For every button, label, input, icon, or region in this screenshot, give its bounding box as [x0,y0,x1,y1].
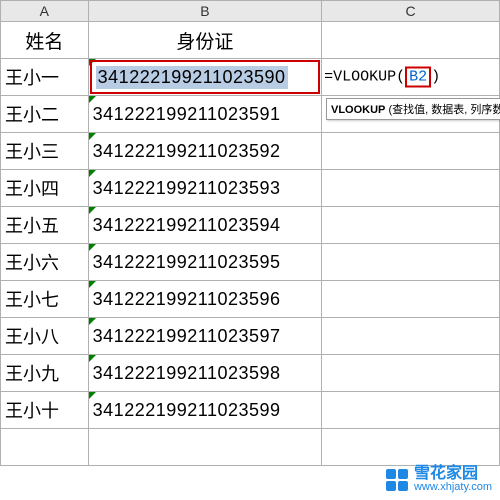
formula-text: =VLOOKUP(B2) [322,67,442,88]
formula-prefix: =VLOOKUP( [324,69,405,86]
id-cell[interactable]: 341222199211023599 [88,392,322,429]
id-cell[interactable]: 341222199211023592 [88,133,322,170]
id-value: 341222199211023594 [93,215,281,235]
header-name[interactable]: 姓名 [1,22,89,59]
table-row: 王小八 341222199211023597 [1,318,500,355]
cell[interactable] [322,392,500,429]
name-cell[interactable]: 王小十 [1,392,89,429]
error-indicator-icon [89,170,96,177]
cell-c1[interactable] [322,22,500,59]
cell[interactable] [322,281,500,318]
selected-value: 341222199211023590 [96,66,288,89]
formula-cell[interactable]: =VLOOKUP(B2) [322,59,500,96]
cell[interactable] [322,170,500,207]
error-indicator-icon [89,96,96,103]
cell[interactable] [322,355,500,392]
table-row: 王小一 341222199211023590 =VLOOKUP(B2) [1,59,500,96]
spreadsheet-grid[interactable]: A B C 姓名 身份证 王小一 341222199211023590 =VLO… [0,0,500,466]
selection-outline: 341222199211023590 [90,60,321,94]
table-row: 王小三 341222199211023592 [1,133,500,170]
table-row: 王小九 341222199211023598 [1,355,500,392]
id-cell[interactable]: 341222199211023595 [88,244,322,281]
id-cell[interactable]: 341222199211023596 [88,281,322,318]
formula-suffix: ) [431,69,440,86]
cell[interactable] [88,429,322,466]
name-cell[interactable]: 王小三 [1,133,89,170]
error-indicator-icon [89,281,96,288]
error-indicator-icon [89,355,96,362]
cell[interactable] [322,133,500,170]
header-id[interactable]: 身份证 [88,22,322,59]
id-cell[interactable]: 341222199211023593 [88,170,322,207]
tooltip-fn: VLOOKUP [331,104,385,116]
id-value: 341222199211023593 [93,178,281,198]
cell[interactable] [322,429,500,466]
cell[interactable] [1,429,89,466]
id-value: 341222199211023596 [93,289,281,309]
error-indicator-icon [89,133,96,140]
name-cell[interactable]: 王小七 [1,281,89,318]
function-tooltip: VLOOKUP (查找值, 数据表, 列序数, [匹 [326,98,500,120]
table-row: 王小四 341222199211023593 [1,170,500,207]
tooltip-args: (查找值, 数据表, 列序数, [匹 [388,104,500,116]
col-header-b[interactable]: B [88,1,322,22]
formula-arg: B2 [405,67,431,88]
watermark-url: www.xhjaty.com [414,482,492,494]
id-value: 341222199211023595 [93,252,281,272]
table-row: 王小六 341222199211023595 [1,244,500,281]
column-header-row: A B C [1,1,500,22]
header-row: 姓名 身份证 [1,22,500,59]
name-cell[interactable]: 王小六 [1,244,89,281]
watermark-logo-icon [386,469,408,491]
id-value: 341222199211023599 [93,400,281,420]
watermark-title: 雪花家园 [414,466,492,483]
name-cell[interactable]: 王小二 [1,96,89,133]
name-cell[interactable]: 王小四 [1,170,89,207]
col-header-a[interactable]: A [1,1,89,22]
name-cell[interactable]: 王小八 [1,318,89,355]
col-header-c[interactable]: C [322,1,500,22]
id-cell[interactable]: 341222199211023594 [88,207,322,244]
id-cell[interactable]: 341222199211023591 [88,96,322,133]
cell[interactable] [322,244,500,281]
error-indicator-icon [89,318,96,325]
error-indicator-icon [89,392,96,399]
table-row: 王小五 341222199211023594 [1,207,500,244]
id-value: 341222199211023592 [93,141,281,161]
name-cell[interactable]: 王小五 [1,207,89,244]
id-value: 341222199211023597 [93,326,281,346]
cell[interactable] [322,318,500,355]
id-value: 341222199211023591 [93,104,281,124]
id-cell[interactable]: 341222199211023597 [88,318,322,355]
id-cell-selected[interactable]: 341222199211023590 [88,59,322,96]
error-indicator-icon [89,244,96,251]
id-cell[interactable]: 341222199211023598 [88,355,322,392]
id-value: 341222199211023598 [93,363,281,383]
error-indicator-icon [89,207,96,214]
name-cell[interactable]: 王小九 [1,355,89,392]
cell[interactable] [322,207,500,244]
name-cell[interactable]: 王小一 [1,59,89,96]
table-row [1,429,500,466]
table-row: 王小七 341222199211023596 [1,281,500,318]
watermark: 雪花家园 www.xhjaty.com [386,466,492,494]
table-row: 王小十 341222199211023599 [1,392,500,429]
